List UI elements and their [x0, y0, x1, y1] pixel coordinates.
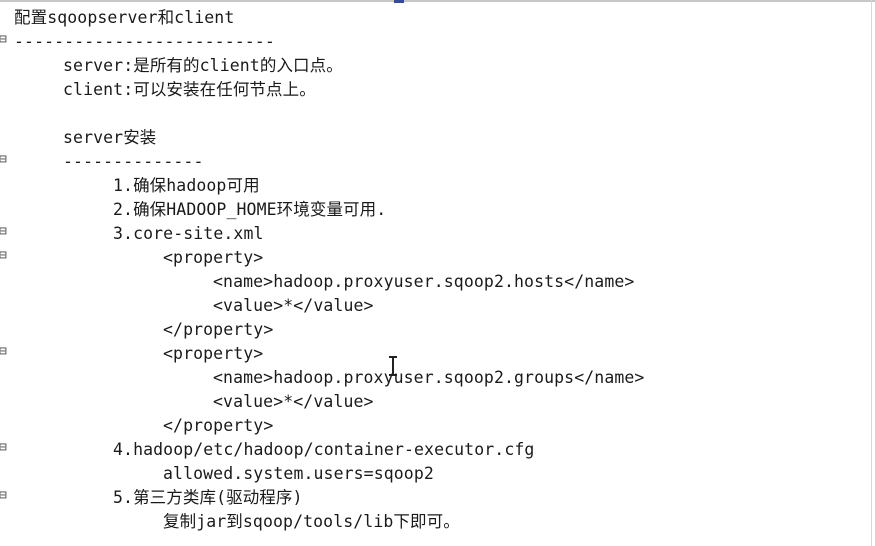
text-line-value-2: <value>*</value>	[213, 392, 374, 411]
text-line-step-4: 4.hadoop/etc/hadoop/container-executor.c…	[113, 440, 535, 459]
fold-minus-icon[interactable]: ⊟	[0, 489, 9, 503]
fold-minus-icon[interactable]: ⊟	[0, 225, 9, 239]
scroll-position-marker	[394, 0, 404, 3]
text-line-separator-2: --------------	[63, 152, 204, 171]
text-line-server-desc: server:是所有的client的入口点。	[63, 56, 343, 75]
text-line-name-hosts: <name>hadoop.proxyuser.sqoop2.hosts</nam…	[213, 272, 635, 291]
text-line-step-3: 3.core-site.xml	[113, 224, 264, 243]
text-line-value-1: <value>*</value>	[213, 296, 374, 315]
fold-minus-icon[interactable]: ⊟	[0, 33, 9, 47]
text-line-allowed-users: allowed.system.users=sqoop2	[163, 464, 434, 483]
fold-minus-icon[interactable]: ⊟	[0, 249, 9, 263]
fold-minus-icon[interactable]: ⊟	[0, 441, 9, 455]
text-line-name-groups: <name>hadoop.proxyuser.sqoop2.groups</na…	[213, 368, 645, 387]
fold-minus-icon[interactable]: ⊟	[0, 153, 9, 167]
text-line-property-open-2: <property>	[163, 344, 264, 363]
text-line-client-desc: client:可以安装在任何节点上。	[63, 80, 316, 99]
text-line-property-open-1: <property>	[163, 248, 264, 267]
text-line-separator: --------------------------	[14, 32, 275, 51]
text-line-step-5: 5.第三方类库(驱动程序)	[113, 488, 303, 507]
text-line-server-install: server安装	[63, 128, 157, 147]
text-line-step-1: 1.确保hadoop可用	[113, 176, 260, 195]
text-cursor-icon	[389, 356, 397, 378]
text-line-copy-jar: 复制jar到sqoop/tools/lib下即可。	[163, 512, 460, 531]
right-edge-line	[871, 0, 872, 546]
fold-gutter: ⊟ ⊟ ⊟ ⊟ ⊟ ⊟ ⊟	[0, 0, 10, 546]
text-line-step-2: 2.确保HADOOP_HOME环境变量可用.	[113, 200, 387, 219]
fold-minus-icon[interactable]: ⊟	[0, 345, 9, 359]
top-border	[0, 0, 875, 2]
text-line-property-close-2: </property>	[163, 416, 274, 435]
text-line-property-close-1: </property>	[163, 320, 274, 339]
text-line-title: 配置sqoopserver和client	[14, 8, 235, 27]
text-editor[interactable]: ⊟ ⊟ ⊟ ⊟ ⊟ ⊟ ⊟ 配置sqoopserver和client -----…	[0, 0, 875, 546]
